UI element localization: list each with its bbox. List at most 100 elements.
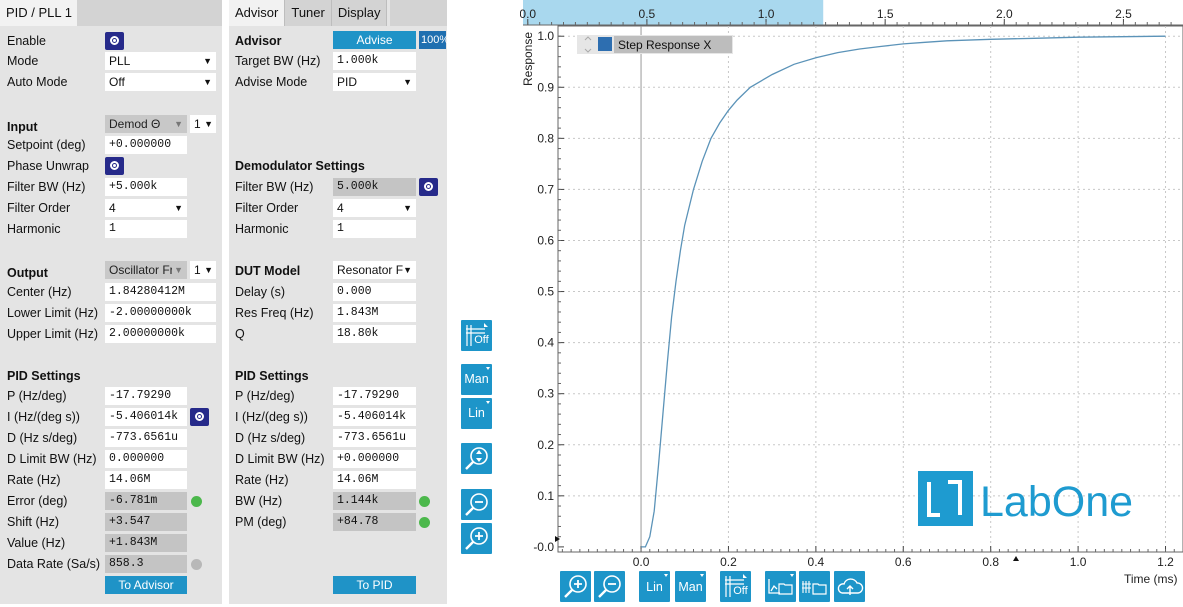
filter-bw-field[interactable]: +5.000k bbox=[105, 178, 187, 196]
data-rate-value: 858.3 bbox=[105, 555, 187, 573]
i-label: I (Hz/(deg s)) bbox=[7, 410, 80, 424]
upper-limit-label: Upper Limit (Hz) bbox=[7, 327, 98, 341]
legend-color-swatch bbox=[598, 37, 612, 51]
advisor-tabbar: Advisor Tuner Display bbox=[229, 0, 388, 26]
y-scale-lin-button[interactable]: Lin bbox=[461, 398, 492, 429]
legend[interactable]: Step Response X bbox=[577, 35, 733, 54]
output-channel-select[interactable]: 1 ▼ bbox=[190, 261, 216, 279]
tab-display[interactable]: Display bbox=[331, 0, 388, 26]
y-zoom-out-button[interactable] bbox=[461, 489, 492, 520]
delay-label: Delay (s) bbox=[235, 285, 286, 299]
d-field[interactable]: -773.6561u bbox=[105, 429, 187, 447]
zoom-fit-icon bbox=[465, 447, 488, 470]
advise-mode-label: Advise Mode bbox=[235, 75, 308, 89]
y-zoom-in-button[interactable] bbox=[461, 523, 492, 554]
chevron-down-icon: ▼ bbox=[204, 119, 213, 129]
chevron-down-icon: ▼ bbox=[174, 203, 183, 213]
lower-limit-field[interactable]: -2.00000000k bbox=[105, 304, 216, 322]
man-label: Man bbox=[464, 372, 489, 386]
demod-filter-bw-field[interactable]: 5.000k bbox=[333, 178, 416, 196]
demod-filter-order-select[interactable]: 4 ▼ bbox=[333, 199, 416, 217]
target-bw-label: Target BW (Hz) bbox=[235, 54, 321, 68]
adv-i-field[interactable]: -5.406014k bbox=[333, 408, 416, 426]
error-value: -6.781m bbox=[105, 492, 187, 510]
delay-field[interactable]: 0.000 bbox=[333, 283, 416, 301]
p-field[interactable]: -17.79290 bbox=[105, 387, 187, 405]
phase-unwrap-checkbox[interactable] bbox=[105, 157, 124, 175]
to-pid-button[interactable]: To PID bbox=[333, 576, 416, 594]
setpoint-field[interactable]: +0.000000 bbox=[105, 136, 187, 154]
y-tick-label: 0.7 bbox=[537, 182, 554, 196]
y-tick-label: 0.9 bbox=[537, 80, 554, 94]
i-enable-checkbox[interactable] bbox=[190, 408, 209, 426]
value-label: Value (Hz) bbox=[7, 536, 66, 550]
input-channel-select[interactable]: 1 ▼ bbox=[190, 115, 216, 133]
res-freq-field[interactable]: 1.843M bbox=[333, 304, 416, 322]
advise-button[interactable]: Advise bbox=[333, 31, 416, 49]
x-tick-label: 0.8 bbox=[982, 555, 999, 569]
pm-status-led bbox=[419, 517, 430, 528]
input-source-select[interactable]: Demod Θ ▼ bbox=[105, 115, 187, 133]
error-status-led bbox=[191, 496, 202, 507]
advise-mode-select[interactable]: PID ▼ bbox=[333, 73, 416, 91]
tabbar-fill bbox=[390, 0, 447, 26]
adv-rate-field[interactable]: 14.06M bbox=[333, 471, 416, 489]
output-header: Output bbox=[7, 266, 48, 280]
step-response-plot[interactable]: -0.0 0.1 0.2 0.3 0.4 0.5 0.6 0.7 0.8 0.9 1.0 0.0 0.2… bbox=[519, 0, 1183, 604]
upper-limit-field[interactable]: 2.00000000k bbox=[105, 325, 216, 343]
y-scale-man-button[interactable]: Man bbox=[461, 364, 492, 395]
demod-settings-header: Demodulator Settings bbox=[235, 159, 365, 173]
tabbar-fill bbox=[77, 0, 222, 26]
demod-filter-order-value: 4 bbox=[337, 201, 344, 215]
tab-tuner[interactable]: Tuner bbox=[285, 0, 332, 26]
plot-canvas[interactable]: -0.00.10.20.30.40.50.60.70.80.91.00.0 0.2… bbox=[519, 0, 1183, 604]
tab-pid-pll-1[interactable]: PID / PLL 1 bbox=[0, 0, 79, 26]
bw-status-led bbox=[419, 496, 430, 507]
rate-field[interactable]: 14.06M bbox=[105, 471, 187, 489]
demod-filter-bw-checkbox[interactable] bbox=[419, 178, 438, 196]
overview-tick-label: 1.5 bbox=[877, 7, 894, 21]
harmonic-field[interactable]: 1 bbox=[105, 220, 187, 238]
overview-tick-label: 2.5 bbox=[1115, 7, 1132, 21]
enable-checkbox[interactable] bbox=[105, 32, 124, 50]
center-field[interactable]: 1.84280412M bbox=[105, 283, 216, 301]
demod-harmonic-field[interactable]: 1 bbox=[333, 220, 416, 238]
auto-mode-label: Auto Mode bbox=[7, 75, 68, 89]
y-cursor-off-button[interactable]: Off bbox=[461, 320, 492, 351]
adv-d-field[interactable]: -773.6561u bbox=[333, 429, 416, 447]
output-target-select[interactable]: Oscillator Fr ▼ bbox=[105, 261, 187, 279]
overview-selection[interactable] bbox=[523, 0, 824, 25]
bw-label: BW (Hz) bbox=[235, 494, 283, 508]
zoom-out-icon bbox=[465, 493, 488, 516]
y-zoom-fit-button[interactable] bbox=[461, 443, 492, 474]
target-bw-field[interactable]: 1.000k bbox=[333, 52, 416, 70]
i-field[interactable]: -5.406014k bbox=[105, 408, 187, 426]
dut-model-value: Resonator F bbox=[337, 263, 404, 277]
tab-advisor[interactable]: Advisor bbox=[229, 0, 286, 26]
logo-text: LabOne bbox=[980, 478, 1133, 526]
error-label: Error (deg) bbox=[7, 494, 68, 508]
y-tick-label: 0.5 bbox=[537, 285, 554, 299]
filter-order-select[interactable]: 4 ▼ bbox=[105, 199, 187, 217]
x-tick-label: 0.4 bbox=[808, 555, 825, 569]
plot-area[interactable] bbox=[557, 25, 1183, 553]
data-rate-label: Data Rate (Sa/s) bbox=[7, 557, 101, 571]
adv-rate-label: Rate (Hz) bbox=[235, 473, 289, 487]
adv-d-limit-field[interactable]: +0.000000 bbox=[333, 450, 416, 468]
y-tick-label: 0.4 bbox=[537, 336, 554, 350]
d-limit-label: D Limit BW (Hz) bbox=[7, 452, 97, 466]
adv-p-field[interactable]: -17.79290 bbox=[333, 387, 416, 405]
x-tick-label: 0.0 bbox=[633, 555, 650, 569]
dut-model-select[interactable]: Resonator F ▼ bbox=[333, 261, 416, 279]
d-limit-field[interactable]: 0.000000 bbox=[105, 450, 187, 468]
auto-mode-select[interactable]: Off ▼ bbox=[105, 73, 216, 91]
pid-pll-panel: PID / PLL 1 Enable Mode PLL ▼ Auto Mode O… bbox=[0, 0, 222, 604]
q-field[interactable]: 18.80k bbox=[333, 325, 416, 343]
to-advisor-button[interactable]: To Advisor bbox=[105, 576, 187, 594]
advisor-header: Advisor bbox=[235, 34, 282, 48]
mode-select[interactable]: PLL ▼ bbox=[105, 52, 216, 70]
x-tick-label: 1.0 bbox=[1070, 555, 1087, 569]
filter-order-value: 4 bbox=[109, 201, 116, 215]
input-header: Input bbox=[7, 120, 38, 134]
chevron-down-icon: ▼ bbox=[403, 77, 412, 87]
